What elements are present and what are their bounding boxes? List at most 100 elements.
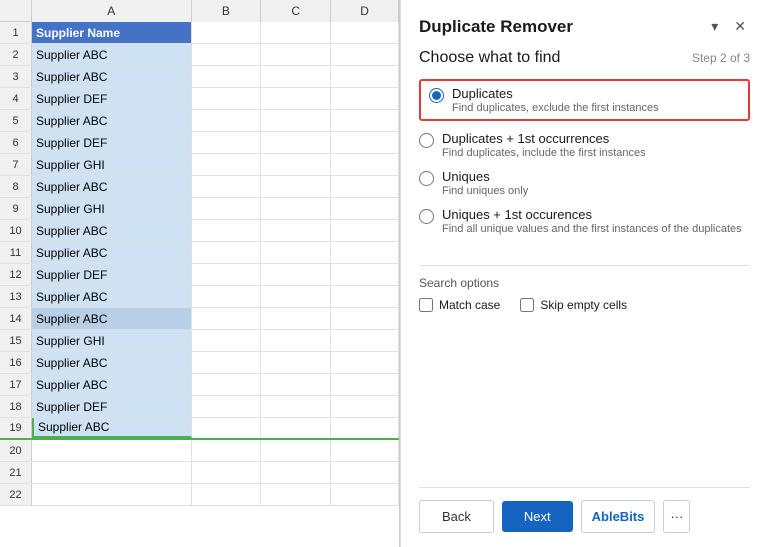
cell[interactable]: Supplier ABC <box>32 374 192 395</box>
table-row: 10 Supplier ABC <box>0 220 399 242</box>
option-text: Duplicates Find duplicates, exclude the … <box>452 86 659 114</box>
option-duplicates[interactable]: Duplicates Find duplicates, exclude the … <box>429 86 740 114</box>
choose-title: Choose what to find <box>419 49 560 67</box>
cell <box>192 330 262 351</box>
row-num-header <box>0 0 32 21</box>
cell[interactable]: Supplier ABC <box>32 44 192 65</box>
cell[interactable] <box>32 462 192 483</box>
cell <box>192 110 262 131</box>
cell <box>331 22 399 43</box>
back-button[interactable]: Back <box>419 500 494 533</box>
cell[interactable]: Supplier GHI <box>32 330 192 351</box>
option-desc: Find duplicates, exclude the first insta… <box>452 102 659 114</box>
step-label: Step 2 of 3 <box>692 51 750 65</box>
option-text: Uniques + 1st occurences Find all unique… <box>442 207 742 235</box>
cell <box>261 374 331 395</box>
more-button[interactable]: ··· <box>663 500 690 533</box>
cell <box>192 176 262 197</box>
skip-empty-checkbox[interactable] <box>520 298 534 312</box>
cell <box>331 176 399 197</box>
option-uniques[interactable]: Uniques Find uniques only <box>419 169 750 197</box>
cell[interactable]: Supplier DEF <box>32 264 192 285</box>
cell <box>261 110 331 131</box>
cell <box>261 484 331 505</box>
panel-title: Duplicate Remover <box>419 17 573 37</box>
next-button[interactable]: Next <box>502 501 573 532</box>
cell <box>261 220 331 241</box>
cell <box>192 286 262 307</box>
cell[interactable]: Supplier ABC <box>32 66 192 87</box>
row-number: 2 <box>0 44 32 65</box>
cell <box>192 132 262 153</box>
table-row: 1 Supplier Name <box>0 22 399 44</box>
cell <box>192 154 262 175</box>
skip-empty-checkbox-item[interactable]: Skip empty cells <box>520 298 627 312</box>
option-uniques-first[interactable]: Uniques + 1st occurences Find all unique… <box>419 207 750 235</box>
divider <box>419 265 750 266</box>
option-label: Duplicates <box>452 86 659 101</box>
cell <box>192 308 262 329</box>
row-number: 14 <box>0 308 32 329</box>
cell[interactable] <box>32 484 192 505</box>
col-header-d: D <box>331 0 399 22</box>
cell <box>331 484 399 505</box>
cell[interactable]: Supplier ABC <box>32 308 192 329</box>
match-case-checkbox-item[interactable]: Match case <box>419 298 500 312</box>
cell[interactable]: Supplier GHI <box>32 154 192 175</box>
radio-uniques[interactable] <box>419 171 434 186</box>
cell <box>331 286 399 307</box>
radio-dup-first[interactable] <box>419 133 434 148</box>
cell[interactable]: Supplier Name <box>32 22 192 43</box>
table-row: 5 Supplier ABC <box>0 110 399 132</box>
row-number: 4 <box>0 88 32 109</box>
option-label: Uniques <box>442 169 528 184</box>
option-dup-first[interactable]: Duplicates + 1st occurrences Find duplic… <box>419 131 750 159</box>
cell[interactable]: Supplier DEF <box>32 132 192 153</box>
panel-close-button[interactable]: ✕ <box>730 16 750 37</box>
cell <box>331 220 399 241</box>
table-row: 6 Supplier DEF <box>0 132 399 154</box>
option-desc: Find all unique values and the first ins… <box>442 223 742 235</box>
cell[interactable]: Supplier ABC <box>32 242 192 263</box>
cell[interactable]: Supplier ABC <box>32 286 192 307</box>
radio-uniques-first[interactable] <box>419 209 434 224</box>
row-number: 20 <box>0 440 32 461</box>
option-label: Duplicates + 1st occurrences <box>442 131 646 146</box>
column-headers: A B C D <box>0 0 399 22</box>
cell[interactable] <box>32 440 192 461</box>
duplicate-remover-panel: Duplicate Remover ▾ ✕ Choose what to fin… <box>400 0 768 547</box>
radio-duplicates[interactable] <box>429 88 444 103</box>
spreadsheet: A B C D 1 Supplier Name 2 Supplier ABC 3… <box>0 0 400 547</box>
section-heading: Choose what to find Step 2 of 3 <box>419 49 750 67</box>
cell <box>192 66 262 87</box>
cell <box>331 396 399 417</box>
cell <box>192 396 262 417</box>
checkboxes-row: Match case Skip empty cells <box>419 298 750 312</box>
panel-minimize-button[interactable]: ▾ <box>707 16 722 37</box>
match-case-checkbox[interactable] <box>419 298 433 312</box>
cell <box>192 440 262 461</box>
row-number: 5 <box>0 110 32 131</box>
cell[interactable]: Supplier DEF <box>32 88 192 109</box>
cell[interactable]: Supplier ABC <box>32 176 192 197</box>
table-row: 20 <box>0 440 399 462</box>
cell[interactable]: Supplier ABC <box>32 418 192 438</box>
option-text: Duplicates + 1st occurrences Find duplic… <box>442 131 646 159</box>
ablebits-button[interactable]: AbleBits <box>581 500 656 533</box>
row-number: 13 <box>0 286 32 307</box>
cell[interactable]: Supplier ABC <box>32 110 192 131</box>
cell[interactable]: Supplier ABC <box>32 220 192 241</box>
option-desc: Find uniques only <box>442 185 528 197</box>
cell <box>192 462 262 483</box>
cell[interactable]: Supplier GHI <box>32 198 192 219</box>
table-row: 19 Supplier ABC <box>0 418 399 440</box>
cell[interactable]: Supplier ABC <box>32 352 192 373</box>
col-header-b: B <box>192 0 262 22</box>
table-row: 3 Supplier ABC <box>0 66 399 88</box>
row-number: 3 <box>0 66 32 87</box>
cell <box>192 220 262 241</box>
cell <box>261 132 331 153</box>
table-row: 12 Supplier DEF <box>0 264 399 286</box>
cell[interactable]: Supplier DEF <box>32 396 192 417</box>
table-row: 22 <box>0 484 399 506</box>
